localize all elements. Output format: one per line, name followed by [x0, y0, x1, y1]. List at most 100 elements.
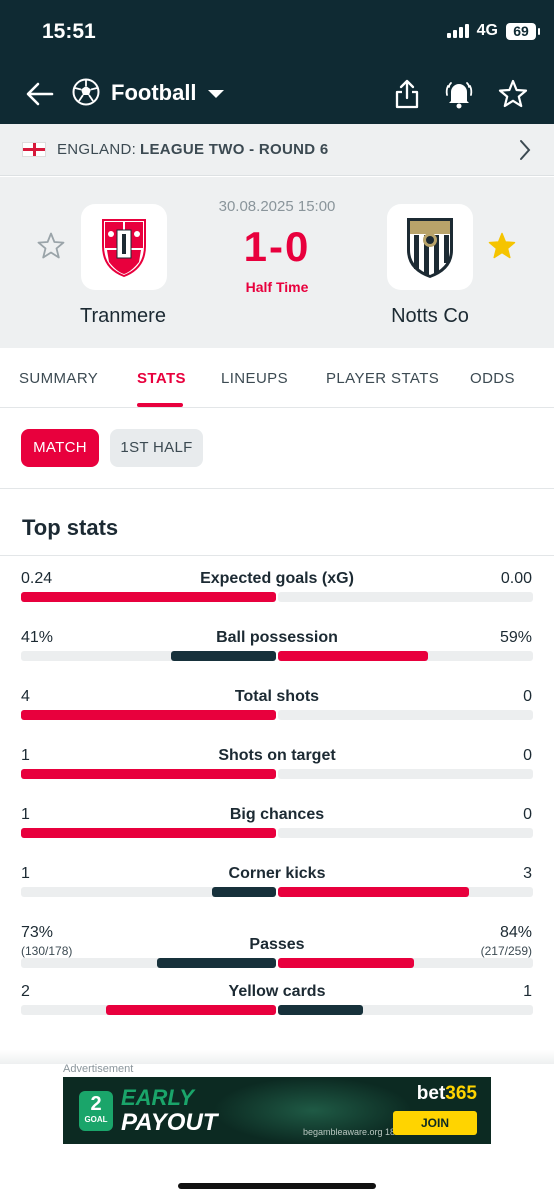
- stat-label: Shots on target: [218, 747, 336, 764]
- stat-label: Ball possession: [216, 629, 338, 646]
- stat-away-bar-track: [278, 958, 533, 968]
- stat-away-value: 84%: [499, 924, 532, 941]
- home-favorite-star-icon[interactable]: [36, 231, 66, 261]
- away-favorite-star-icon[interactable]: [487, 231, 517, 261]
- match-period: Half Time: [245, 279, 309, 295]
- match-tabs: SUMMARY STATS LINEUPS PLAYER STATS ODDS: [0, 348, 554, 408]
- stat-away-bar-track: [278, 710, 533, 720]
- stat-away-bar-track: [278, 651, 533, 661]
- league-name: LEAGUE TWO - ROUND 6: [140, 141, 329, 158]
- nav-bar: Football: [0, 70, 554, 120]
- network-type: 4G: [476, 22, 498, 39]
- tranmere-crest-icon: [102, 219, 146, 278]
- stat-home-bar-track: [21, 958, 276, 968]
- ad-brand-accent: 365: [445, 1083, 477, 1104]
- stat-home-value: 0.24: [21, 570, 53, 587]
- stat-label: Corner kicks: [228, 865, 326, 882]
- away-team-crest[interactable]: [387, 204, 473, 290]
- stat-away-bar-fill: [278, 651, 428, 661]
- stat-home-bar-fill: [21, 592, 276, 602]
- chevron-down-icon[interactable]: [208, 90, 224, 98]
- league-bar[interactable]: ENGLAND: LEAGUE TWO - ROUND 6: [0, 124, 554, 176]
- tab-player-stats[interactable]: PLAYER STATS: [326, 370, 439, 387]
- stat-home-value: 1: [21, 806, 30, 823]
- stat-label: Total shots: [234, 688, 320, 705]
- advertisement-banner[interactable]: 2 GOAL EARLY PAYOUT bet365 begambleaware…: [63, 1077, 491, 1144]
- chevron-right-icon[interactable]: [518, 138, 532, 162]
- stat-row: 0.24 Expected goals (xG) 0.00: [0, 570, 554, 625]
- period-filter: MATCH 1ST HALF: [0, 409, 554, 489]
- active-tab-indicator: [137, 403, 183, 407]
- ad-badge-text: GOAL: [84, 1115, 108, 1124]
- stat-label: Expected goals (xG): [200, 570, 354, 587]
- home-team-crest[interactable]: [81, 204, 167, 290]
- ad-join-button[interactable]: JOIN: [393, 1111, 477, 1135]
- home-indicator[interactable]: [178, 1183, 376, 1189]
- stat-away-bar-track: [278, 769, 533, 779]
- stat-home-bar-track: [21, 1005, 276, 1015]
- signal-icon: [446, 24, 469, 38]
- stat-home-bar-track: [21, 887, 276, 897]
- stat-home-value: 41%: [21, 629, 54, 646]
- match-header: Tranmere 30.08.2025 15:00 1-0 Half Time …: [0, 177, 554, 348]
- stat-home-value: 73%: [21, 924, 54, 941]
- stat-row: 41% Ball possession 59%: [0, 629, 554, 684]
- home-team-name[interactable]: Tranmere: [48, 305, 198, 328]
- tab-odds[interactable]: ODDS: [470, 370, 515, 387]
- ad-headline-2: PAYOUT: [121, 1109, 218, 1136]
- stat-label: Yellow cards: [228, 983, 326, 1000]
- stat-away-value: 0: [523, 688, 532, 705]
- ad-headline-1: EARLY: [121, 1085, 194, 1110]
- battery-icon: 69: [506, 22, 540, 40]
- match-score: 1-0: [243, 223, 311, 270]
- filter-match-button[interactable]: MATCH: [21, 429, 99, 467]
- stat-home-bar-track: [21, 710, 276, 720]
- stat-row: 1 Corner kicks 3: [0, 865, 554, 920]
- ad-small-print: begambleaware.org 18+: [303, 1127, 401, 1137]
- stat-home-value: 4: [21, 688, 30, 705]
- stat-away-value: 0.00: [500, 570, 532, 587]
- ad-label: Advertisement: [63, 1063, 134, 1075]
- stat-home-detail: (130/178): [21, 944, 73, 958]
- stat-away-bar-track: [278, 828, 533, 838]
- notts-county-crest-icon: [407, 218, 453, 278]
- status-time: 15:51: [42, 20, 96, 43]
- ad-brand-logo: bet365: [417, 1083, 477, 1105]
- ad-brand-main: bet: [416, 1083, 446, 1104]
- tab-lineups[interactable]: LINEUPS: [221, 370, 288, 387]
- stat-row: 4 Total shots 0: [0, 688, 554, 743]
- back-arrow-icon[interactable]: [24, 78, 56, 110]
- stat-away-bar-fill: [278, 958, 414, 968]
- stat-away-bar-fill: [278, 887, 469, 897]
- stat-row: 1 Big chances 0: [0, 806, 554, 861]
- kickoff-time: 30.08.2025 15:00: [218, 198, 336, 215]
- stat-away-bar-track: [278, 887, 533, 897]
- league-country: ENGLAND:: [57, 141, 137, 158]
- notification-bell-icon[interactable]: [444, 78, 474, 110]
- top-stats-title: Top stats: [22, 515, 119, 540]
- stat-home-value: 1: [21, 865, 30, 882]
- stat-away-value: 0: [523, 806, 532, 823]
- app-header: 15:51 4G 69 Football: [0, 0, 554, 124]
- stat-home-value: 1: [21, 747, 30, 764]
- filter-first-half-button[interactable]: 1ST HALF: [110, 429, 203, 467]
- stat-home-bar-track: [21, 592, 276, 602]
- football-icon: [72, 78, 100, 106]
- stat-home-bar-fill: [21, 710, 276, 720]
- stat-away-bar-track: [278, 1005, 533, 1015]
- tab-summary[interactable]: SUMMARY: [19, 370, 98, 387]
- stat-home-bar-fill: [212, 887, 276, 897]
- england-flag-icon: [22, 142, 46, 157]
- favorite-star-icon[interactable]: [498, 78, 528, 110]
- stat-home-value: 2: [21, 983, 30, 1000]
- share-icon[interactable]: [392, 78, 422, 110]
- sport-selector[interactable]: Football: [111, 80, 197, 106]
- stat-away-detail: (217/259): [480, 944, 532, 958]
- stat-away-bar-track: [278, 592, 533, 602]
- tab-stats[interactable]: STATS: [137, 370, 186, 387]
- stat-row: 2 Yellow cards 1: [0, 983, 554, 1038]
- away-team-name[interactable]: Notts Co: [355, 305, 505, 328]
- stat-home-bar-fill: [171, 651, 276, 661]
- ad-goal-badge: 2 GOAL: [79, 1091, 113, 1131]
- ad-separator: [0, 1050, 554, 1064]
